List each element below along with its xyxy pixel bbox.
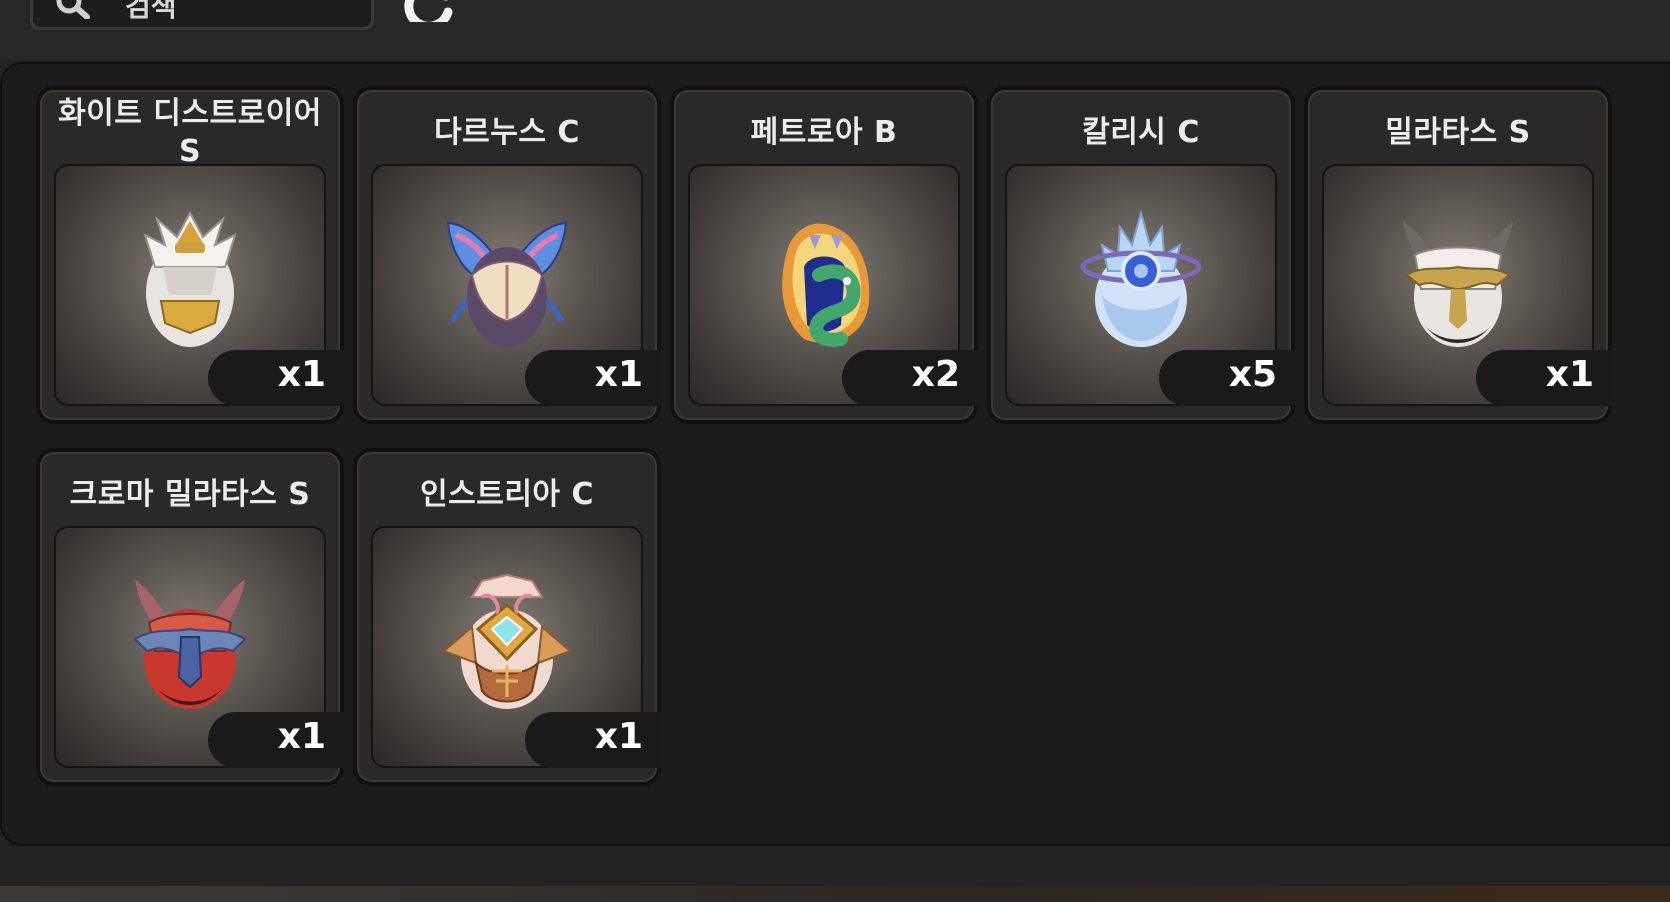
egg-name: 크로마 밀라타스 S [69,477,311,512]
count-badge: x1 [525,350,661,406]
egg-name: 화이트 디스트로이어 S [58,96,322,169]
egg-card[interactable]: 다르누스 C x1 [353,86,661,424]
egg-card[interactable]: 화이트 디스트로이어 S x1 [36,86,344,424]
count-text: x1 [594,716,643,757]
count-badge: x5 [1159,350,1295,406]
count-badge: x1 [525,712,661,768]
count-badge: x1 [208,350,344,406]
egg-card[interactable]: 인스트리아 C x1 [353,448,661,786]
egg-card[interactable]: 밀라타스 S x1 [1304,86,1612,424]
count-text: x5 [1228,354,1277,395]
count-badge: x2 [842,350,978,406]
egg-card[interactable]: 칼리시 C x5 [987,86,1295,424]
count-text: x2 [911,354,960,395]
instria-egg-icon [442,573,572,709]
bottom-edge [0,886,1670,902]
milatas-egg-icon [1403,221,1513,347]
egg-card[interactable]: 페트로아 B x2 [670,86,978,424]
darnus-egg-icon [446,221,568,347]
kalisi-egg-icon [1080,209,1202,347]
egg-name: 페트로아 B [750,115,898,150]
white-destroyer-egg-icon [143,210,237,347]
count-text: x1 [277,716,326,757]
top-bar: 검색 [0,0,1670,60]
count-badge: x1 [1476,350,1612,406]
search-placeholder: 검색 [125,0,177,23]
petroa-egg-icon [782,223,870,347]
search-icon [56,0,90,19]
count-text: x1 [277,354,326,395]
count-badge: x1 [208,712,344,768]
egg-card[interactable]: 크로마 밀라타스 S x1 [36,448,344,786]
search-input[interactable]: 검색 [30,0,374,30]
refresh-icon[interactable] [404,0,460,22]
egg-name: 칼리시 C [1082,115,1200,150]
egg-name: 인스트리아 C [420,477,594,512]
egg-name: 다르누스 C [434,115,580,150]
egg-name: 밀라타스 S [1385,115,1531,150]
chroma-milatas-egg-icon [133,579,247,709]
count-text: x1 [594,354,643,395]
count-text: x1 [1545,354,1594,395]
